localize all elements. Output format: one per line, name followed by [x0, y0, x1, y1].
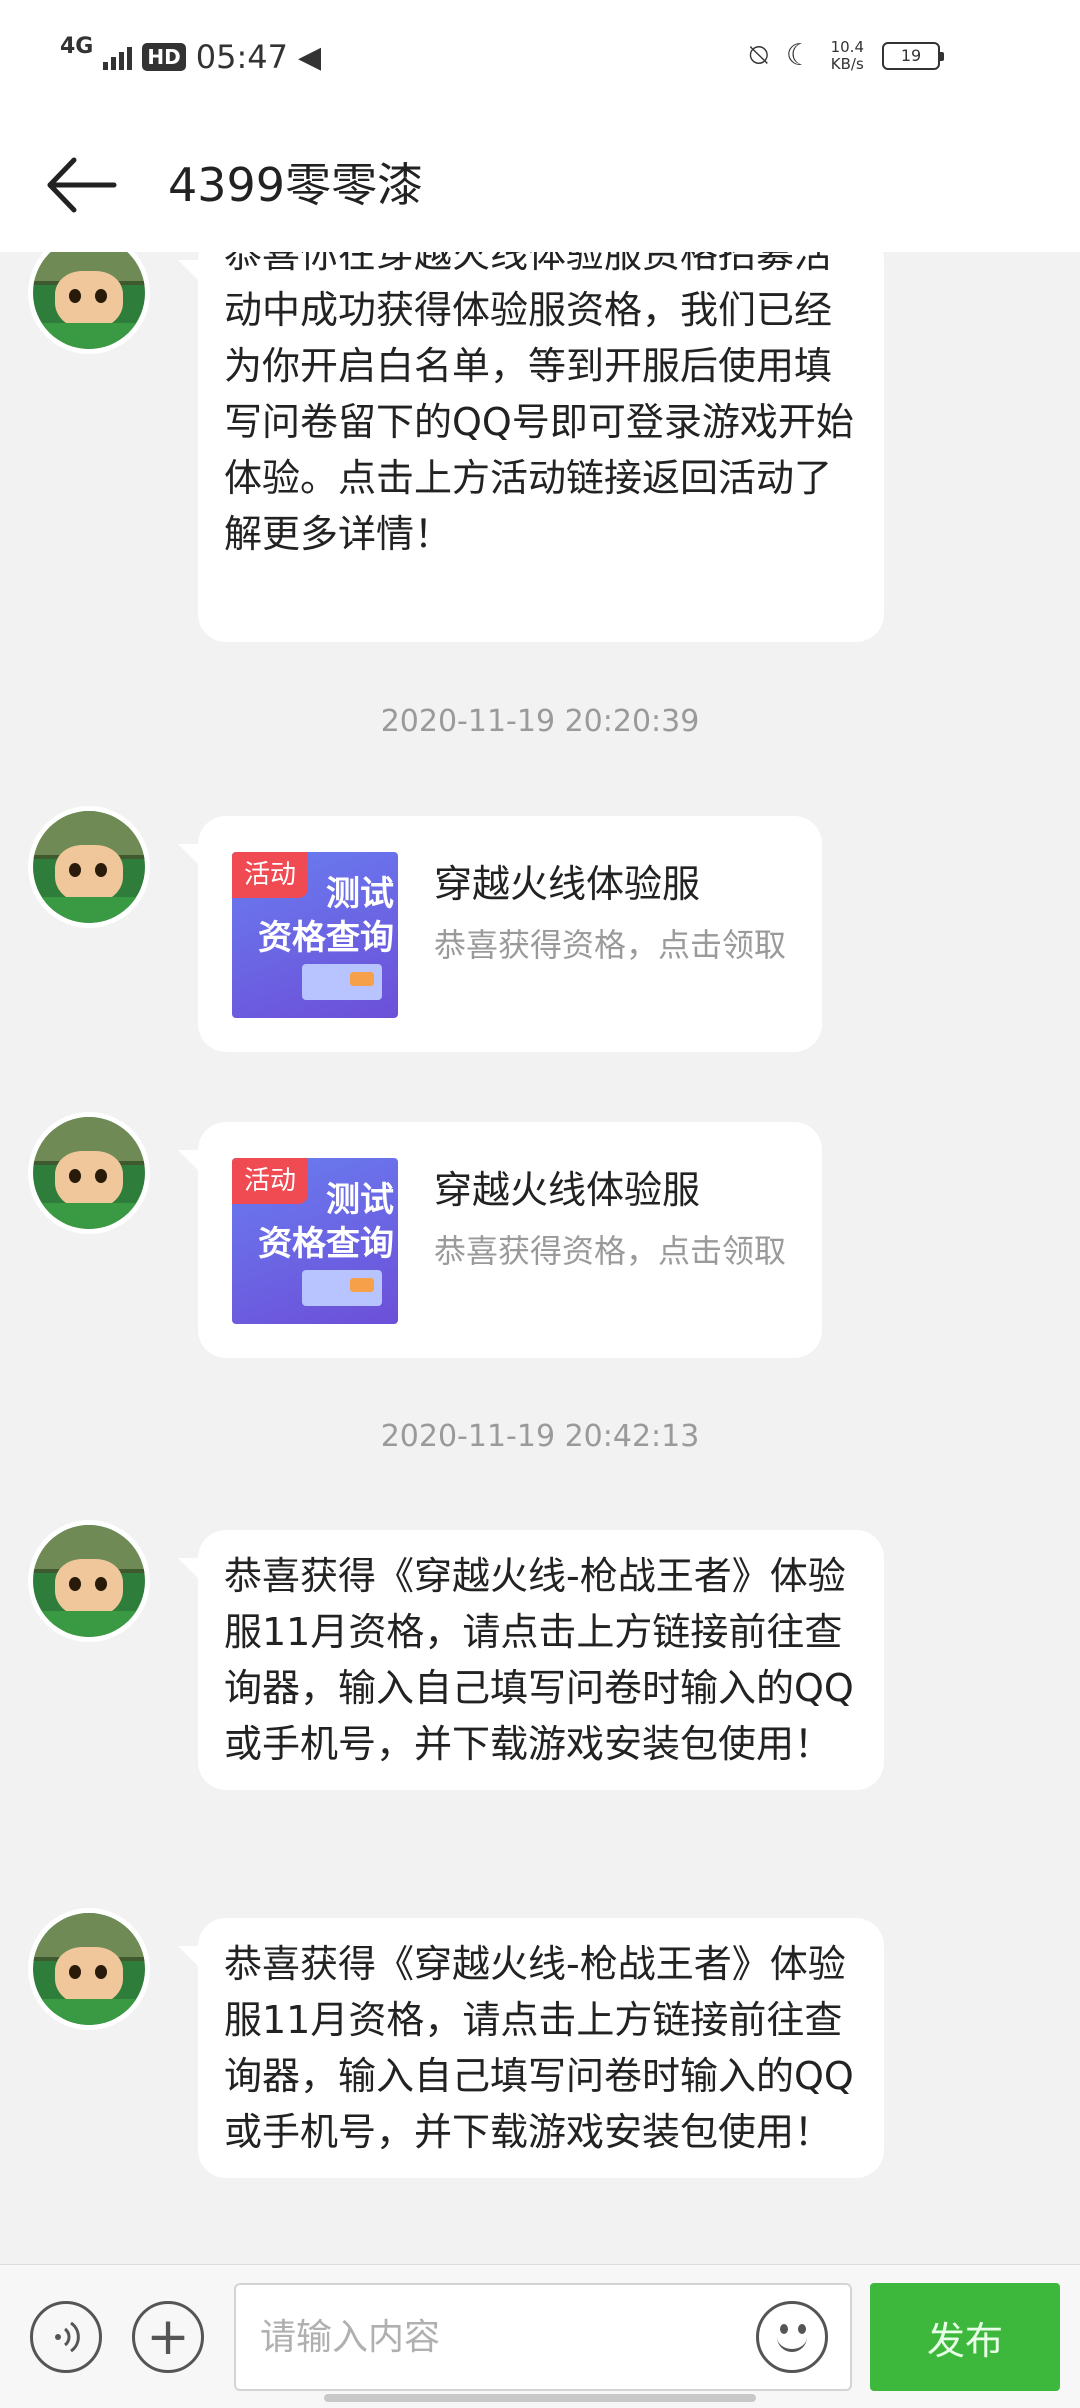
message-bubble[interactable]: 恭喜你在穿越火线体验服资格招募活动中成功获得体验服资格，我们已经为你开启白名单，…	[178, 252, 884, 642]
chat-header: 4399零零漆	[0, 120, 1080, 252]
card-body: 穿越火线体验服 恭喜获得资格，点击领取	[434, 1158, 794, 1322]
mute-icon: ◀	[297, 39, 322, 75]
home-indicator[interactable]	[324, 2394, 756, 2402]
activity-tag: 活动	[232, 852, 309, 898]
send-button[interactable]: 发布	[870, 2283, 1060, 2391]
message-bubble[interactable]: 恭喜获得《穿越火线-枪战王者》体验服11月资格，请点击上方链接前往查询器，输入自…	[178, 1918, 884, 2178]
avatar[interactable]	[28, 252, 150, 354]
avatar[interactable]	[28, 806, 150, 928]
avatar[interactable]	[28, 1112, 150, 1234]
plus-icon[interactable]: +	[132, 2301, 204, 2373]
document-icon	[302, 1270, 382, 1306]
status-left: 4G HD 05:47 ◀	[60, 34, 322, 77]
message-list[interactable]: 恭喜你在穿越火线体验服资格招募活动中成功获得体验服资格，我们已经为你开启白名单，…	[0, 252, 1080, 2264]
network-type: 4G	[60, 34, 94, 59]
card-description: 恭喜获得资格，点击领取	[434, 1232, 787, 1270]
net-speed: 10.4 KB/s	[830, 37, 864, 73]
message-text: 恭喜获得《穿越火线-枪战王者》体验服11月资格，请点击上方链接前往查询器，输入自…	[224, 1554, 854, 1766]
status-right: ⍉ ☾ 10.4 KB/s 19	[749, 37, 944, 73]
avatar-image	[33, 1913, 145, 2025]
speed-unit: KB/s	[830, 54, 864, 73]
voice-svg	[55, 2321, 80, 2353]
card-thumbnail: 测试 资格查询 活动	[232, 852, 398, 1018]
avatar-image	[33, 811, 145, 923]
signal-icon	[103, 44, 133, 70]
activity-card[interactable]: 测试 资格查询 活动 穿越火线体验服 恭喜获得资格，点击领取	[178, 1122, 822, 1358]
bell-off-icon: ⍉	[749, 38, 768, 73]
card-title: 穿越火线体验服	[434, 862, 701, 906]
back-arrow-icon[interactable]	[42, 150, 122, 220]
card-body: 穿越火线体验服 恭喜获得资格，点击领取	[434, 852, 794, 1016]
document-icon	[302, 964, 382, 1000]
activity-card[interactable]: 测试 资格查询 活动 穿越火线体验服 恭喜获得资格，点击领取	[178, 816, 822, 1052]
message-bubble[interactable]: 恭喜获得《穿越火线-枪战王者》体验服11月资格，请点击上方链接前往查询器，输入自…	[178, 1530, 884, 1790]
timestamp: 2020-11-19 20:20:39	[380, 704, 700, 739]
avatar-image	[33, 1117, 145, 1229]
page-title: 4399零零漆	[168, 158, 424, 212]
avatar-image	[33, 1525, 145, 1637]
avatar-image	[33, 252, 145, 349]
status-bar: 4G HD 05:47 ◀ ⍉ ☾ 10.4 KB/s 19	[0, 0, 1080, 120]
back-arrow-svg	[47, 157, 117, 213]
clock: 05:47	[195, 38, 288, 76]
avatar[interactable]	[28, 1908, 150, 2030]
voice-icon[interactable]	[30, 2301, 102, 2373]
message-text: 恭喜获得《穿越火线-枪战王者》体验服11月资格，请点击上方链接前往查询器，输入自…	[224, 1942, 854, 2154]
card-title: 穿越火线体验服	[434, 1168, 701, 1212]
avatar[interactable]	[28, 1520, 150, 1642]
hd-badge: HD	[142, 43, 186, 71]
message-text: 恭喜你在穿越火线体验服资格招募活动中成功获得体验服资格，我们已经为你开启白名单，…	[224, 252, 854, 556]
activity-tag: 活动	[232, 1158, 309, 1204]
card-description: 恭喜获得资格，点击领取	[434, 926, 787, 964]
battery-icon: 19	[882, 41, 944, 70]
speed-value: 10.4	[830, 37, 864, 56]
dnd-moon-icon: ☾	[785, 38, 813, 73]
emoji-icon[interactable]	[756, 2301, 828, 2373]
timestamp: 2020-11-19 20:42:13	[380, 1419, 700, 1454]
input-bar: + 发布	[0, 2264, 1080, 2408]
card-thumbnail: 测试 资格查询 活动	[232, 1158, 398, 1324]
